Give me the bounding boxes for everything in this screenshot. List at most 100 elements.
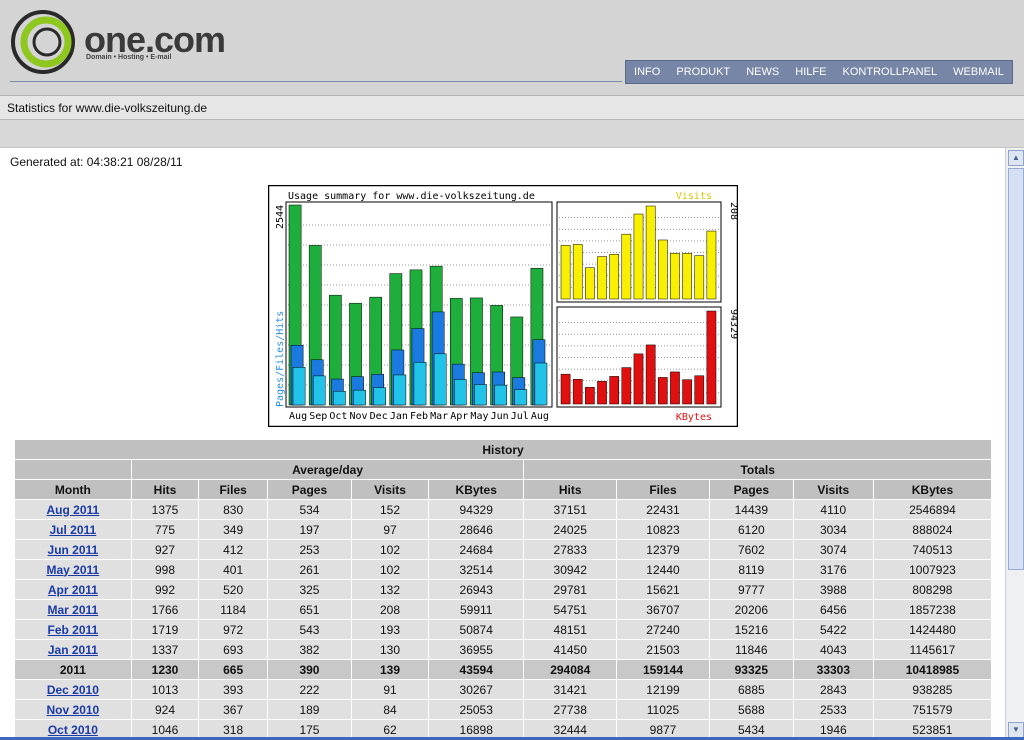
table-cell: 5422 [792,619,874,640]
table-cell: 12440 [616,559,710,580]
scroll-thumb[interactable] [1008,168,1024,570]
bar-visits [657,239,668,300]
table-cell: 294084 [523,659,618,680]
month-cell: Dec 2010 [14,679,132,700]
month-link[interactable]: Feb 2011 [48,623,99,637]
table-row: Dec 2010 1013 393 222 91 30267 31421 12199 6885 2… [14,679,993,700]
nav-item-webmail[interactable]: WEBMAIL [953,66,1004,78]
bar-pages [433,353,447,406]
brand-logo[interactable] [10,10,80,79]
table-row: May 2011 998 401 261 102 32514 30942 12440 8119 3… [14,559,993,580]
table-cell: 253 [267,539,352,560]
scroll-down-icon[interactable]: ▼ [1008,722,1024,738]
table-cell: 1184 [198,599,269,620]
table-row: Jan 2011 1337 693 382 130 36955 41450 21503 1184… [14,639,993,660]
bar-kbytes [682,379,692,405]
month-link[interactable]: Jul 2011 [50,523,97,537]
bar-pages [514,389,528,406]
column-header: Pages [267,479,352,500]
month-link[interactable]: Apr 2011 [48,583,98,597]
bar-kbytes [670,371,680,405]
month-link[interactable]: May 2011 [47,563,100,577]
table-cell: 924 [130,699,200,720]
table-cell: 54751 [523,599,618,620]
table-cell: 382 [267,639,352,660]
table-cell: 4043 [792,639,874,660]
bar-pages [353,389,366,406]
table-cell: 1145617 [872,639,993,660]
table-cell: 6456 [792,599,874,620]
table-cell: 15621 [616,579,710,600]
month-link[interactable]: Dec 2010 [47,683,99,697]
brand-name[interactable]: one.com [84,22,226,58]
x-tick-label: Aug [289,411,307,422]
table-cell: 740513 [872,539,993,560]
table-cell: 665 [198,659,269,680]
month-link[interactable]: Aug 2011 [47,503,100,517]
kbytes-panel-label: KBytes [676,412,712,423]
table-cell: 998 [130,559,200,580]
x-tick-label: Jan [390,411,408,422]
scroll-up-icon[interactable]: ▲ [1008,150,1024,166]
column-header: Hits [523,479,618,500]
average-day-header: Average/day [130,459,525,480]
month-link[interactable]: Oct 2010 [48,723,98,737]
table-cell: 11846 [708,639,794,660]
month-link[interactable]: Mar 2011 [48,603,99,617]
bar-visits [670,253,680,300]
history-table: History Average/day Totals Month Hits File… [14,439,993,740]
table-cell: 6120 [708,519,794,540]
table-row: Apr 2011 992 520 325 132 26943 29781 15621 9777 3… [14,579,993,600]
bar-kbytes [609,376,620,405]
table-cell: 208 [350,599,430,620]
table-cell: 27738 [523,699,618,720]
bar-visits [682,253,692,300]
table-cell: 31421 [523,679,618,700]
table-cell: 152 [350,499,430,520]
vertical-scrollbar[interactable]: ▲ ▼ [1005,148,1024,740]
nav-item-info[interactable]: INFO [634,66,660,78]
x-tick-label: Oct [329,411,347,422]
month-cell: Apr 2011 [14,579,132,600]
nav-item-kontrollpanel[interactable]: KONTROLLPANEL [843,66,938,78]
nav-item-news[interactable]: NEWS [746,66,779,78]
toolbar-band [0,120,1024,148]
x-tick-label: Mar [430,411,448,422]
table-cell: 93325 [708,659,794,680]
nav-item-produkt[interactable]: PRODUKT [676,66,730,78]
table-cell: 139 [350,659,430,680]
table-cell: 2533 [792,699,874,720]
table-cell: 30267 [428,679,525,700]
month-link[interactable]: Nov 2010 [47,703,100,717]
bar-pages [292,367,306,406]
table-cell: 972 [198,619,269,640]
table-cell: 1375 [130,499,200,520]
bar-kbytes [597,381,607,405]
table-cell: 367 [198,699,269,720]
table-cell: 4110 [792,499,874,520]
table-row: Nov 2010 924 367 189 84 25053 27738 11025 5688 25… [14,699,993,720]
header-divider [10,81,622,82]
month-link[interactable]: Jun 2011 [48,543,99,557]
x-tick-label: Nov [350,411,368,422]
x-tick-label: Jun [491,411,509,422]
table-cell: 888024 [872,519,993,540]
month-cell: Mar 2011 [14,599,132,620]
table-cell: 27240 [616,619,710,640]
table-cell: 393 [198,679,269,700]
table-row: Aug 2011 1375 830 534 152 94329 37151 22431 1443… [14,499,993,520]
bar-pages [474,384,487,406]
bar-pages [453,379,467,406]
column-header: Visits [350,479,430,500]
table-cell: 1007923 [872,559,993,580]
table-cell: 130 [350,639,430,660]
month-link[interactable]: Jan 2011 [48,643,98,657]
nav-item-hilfe[interactable]: HILFE [795,66,826,78]
bar-kbytes [633,353,644,405]
table-cell: 412 [198,539,269,560]
column-header: KBytes [428,479,525,500]
generated-timestamp: Generated at: 04:38:21 08/28/11 [10,155,183,169]
stats-title-bar: Statistics for www.die-volkszeitung.de [0,96,1024,120]
month-cell: Jul 2011 [14,519,132,540]
table-cell: 349 [198,519,269,540]
